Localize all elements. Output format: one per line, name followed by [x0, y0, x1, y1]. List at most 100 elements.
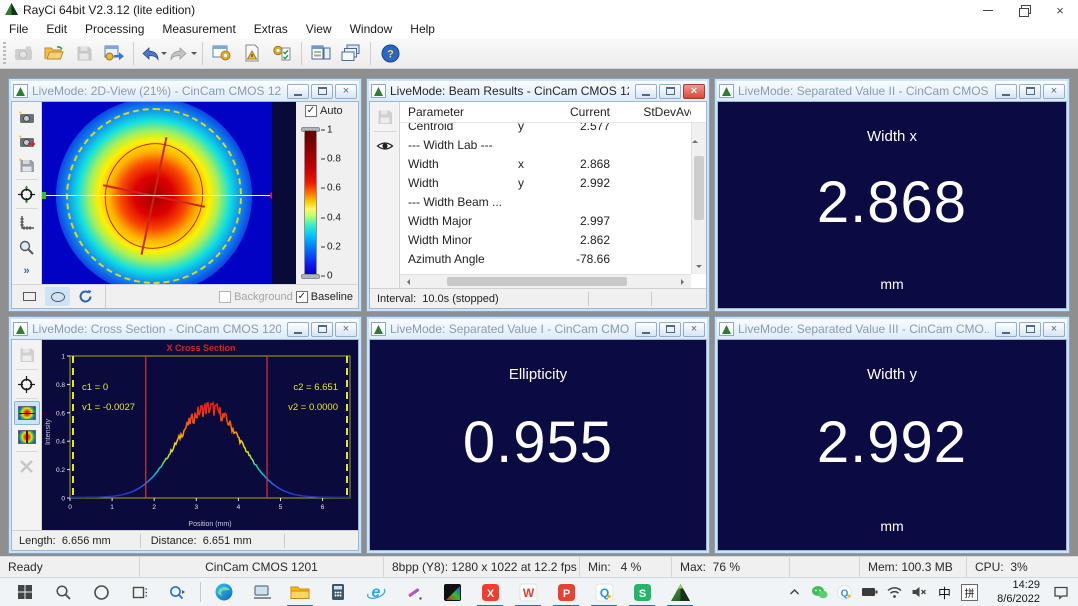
menu-view[interactable]: View — [297, 20, 341, 38]
save-button[interactable] — [69, 40, 99, 67]
xmind-app-icon[interactable]: X — [471, 578, 509, 606]
menu-processing[interactable]: Processing — [76, 20, 153, 38]
beam-2d-canvas[interactable] — [42, 102, 298, 286]
window-separated-value-2-titlebar[interactable]: LiveMode: Separated Value II - CinCam CM… — [717, 81, 1067, 101]
help-button[interactable]: ? — [375, 40, 405, 67]
menu-file[interactable]: File — [0, 20, 37, 38]
close-button[interactable]: × — [1043, 84, 1065, 99]
vertical-scroll-thumb[interactable] — [694, 156, 704, 219]
menu-measurement[interactable]: Measurement — [153, 20, 244, 38]
vertical-scrollbar[interactable] — [691, 123, 706, 274]
beam-results-row[interactable]: Width Minor2.862 — [400, 230, 691, 249]
window-beam-results-titlebar[interactable]: LiveMode: Beam Results - CinCam CMOS 120… — [369, 81, 707, 101]
maximize-button[interactable] — [311, 84, 333, 99]
beam-results-row[interactable]: Azimuth Angle-78.66 — [400, 249, 691, 268]
cascade-windows-button[interactable] — [336, 40, 366, 67]
task-view-icon[interactable] — [120, 578, 158, 606]
search-icon[interactable] — [44, 578, 82, 606]
camera-capture-button[interactable] — [9, 40, 39, 67]
scroll-right-arrow[interactable] — [681, 279, 687, 285]
window-2d-view-titlebar[interactable]: LiveMode: 2D-View (21%) - CinCam CMOS 12… — [11, 81, 359, 101]
maximize-button[interactable] — [659, 84, 681, 99]
save-results-icon[interactable] — [372, 105, 398, 129]
snapshot-icon[interactable] — [14, 105, 40, 129]
pdf-app-icon[interactable]: P — [547, 578, 585, 606]
measurement-settings-button[interactable] — [267, 40, 297, 67]
beam-results-row[interactable]: --- Width Beam ... — [400, 192, 691, 211]
app-restore-button[interactable] — [1006, 0, 1042, 20]
minimize-button[interactable] — [287, 322, 309, 337]
qq-tray-icon[interactable]: Q — [832, 578, 857, 606]
line-start-handle[interactable] — [42, 192, 46, 199]
window-separated-value-1[interactable]: LiveMode: Separated Value I - CinCam CMO… — [366, 316, 710, 554]
beam-results-row[interactable]: Widthy2.992 — [400, 173, 691, 192]
window-separated-value-3[interactable]: LiveMode: Separated Value III - CinCam C… — [714, 316, 1070, 554]
window-cross-section[interactable]: LiveMode: Cross Section - CinCam CMOS 12… — [8, 316, 362, 554]
zoom-icon[interactable] — [14, 235, 40, 259]
beam-results-row[interactable]: Width Major2.997 — [400, 211, 691, 230]
open-file-button[interactable] — [39, 40, 69, 67]
menu-extras[interactable]: Extras — [245, 20, 297, 38]
colorbar-min-handle[interactable] — [301, 274, 320, 279]
cross-section-plot[interactable]: 10.80.60.40.200123456 X Cross Section In… — [42, 340, 358, 530]
table-header[interactable]: Parameter Current StDev Average — [400, 102, 706, 123]
save-plot-icon[interactable] — [14, 343, 40, 367]
ime-mode-indicator[interactable]: 拼 — [957, 578, 982, 606]
app-close-button[interactable]: × — [1042, 0, 1078, 20]
rectangle-roi-button[interactable] — [17, 287, 42, 306]
window-2d-view[interactable]: LiveMode: 2D-View (21%) - CinCam CMOS 12… — [8, 78, 362, 312]
menu-help[interactable]: Help — [401, 20, 444, 38]
window-separated-value-1-titlebar[interactable]: LiveMode: Separated Value I - CinCam CMO… — [369, 319, 707, 339]
settings-button[interactable] — [207, 40, 237, 67]
centroid-tracker-icon[interactable] — [14, 372, 40, 396]
delete-cursor-icon[interactable] — [14, 454, 40, 478]
toolbar-grip[interactable] — [3, 42, 6, 64]
close-button[interactable]: × — [683, 322, 705, 337]
beam-results-row[interactable]: Centroidy2.577 — [400, 123, 691, 135]
background-checkbox[interactable] — [219, 291, 231, 303]
minimize-button[interactable] — [635, 84, 657, 99]
close-button[interactable]: × — [335, 84, 357, 99]
axes-icon[interactable] — [14, 211, 40, 235]
scroll-down-arrow[interactable] — [696, 265, 702, 271]
horizontal-scroll-thumb[interactable] — [447, 277, 627, 286]
window-cross-section-titlebar[interactable]: LiveMode: Cross Section - CinCam CMOS 12… — [11, 319, 359, 339]
close-button[interactable]: × — [1043, 322, 1065, 337]
visibility-eye-icon[interactable] — [372, 134, 398, 158]
window-beam-results[interactable]: LiveMode: Beam Results - CinCam CMOS 120… — [366, 78, 710, 312]
x-cross-section-button[interactable] — [14, 401, 40, 425]
app-minimize-button[interactable] — [970, 0, 1006, 20]
edge-browser-icon[interactable] — [205, 578, 243, 606]
minimize-button[interactable] — [287, 84, 309, 99]
rayci-app-icon[interactable] — [661, 578, 699, 606]
colorbar-gradient[interactable] — [304, 130, 317, 276]
minimize-button[interactable] — [995, 84, 1017, 99]
wechat-tray-icon[interactable] — [807, 578, 832, 606]
color-grading-app-icon[interactable] — [433, 578, 471, 606]
redo-dropdown-caret[interactable] — [191, 52, 197, 58]
battery-icon[interactable] — [857, 578, 882, 606]
scroll-left-arrow[interactable] — [404, 279, 410, 285]
minimize-button[interactable] — [635, 322, 657, 337]
more-tools-chevron[interactable]: » — [14, 259, 40, 283]
sunlogin-app-icon[interactable]: S — [623, 578, 661, 606]
refresh-button[interactable] — [73, 287, 98, 306]
menu-window[interactable]: Window — [341, 20, 402, 38]
scroll-up-arrow[interactable] — [692, 120, 698, 143]
file-explorer-icon[interactable] — [281, 578, 319, 606]
cross-section-line[interactable] — [42, 195, 274, 196]
baseline-checkbox[interactable]: ✓ — [296, 291, 308, 303]
report-button[interactable] — [237, 40, 267, 67]
menu-edit[interactable]: Edit — [37, 20, 76, 38]
ime-language-indicator[interactable]: 中 — [932, 578, 957, 606]
wifi-icon[interactable] — [882, 578, 907, 606]
tray-expand-chevron[interactable] — [782, 578, 807, 606]
pen-tool-icon[interactable] — [395, 578, 433, 606]
action-center-icon[interactable] — [1044, 578, 1078, 606]
start-button[interactable] — [6, 578, 44, 606]
table-viewport[interactable]: Centroidy2.577--- Width Lab ---Widthx2.8… — [400, 123, 691, 274]
taskbar-clock[interactable]: 14:29 8/6/2022 — [982, 578, 1044, 606]
centroid-tracker-icon[interactable] — [14, 182, 40, 206]
internet-explorer-icon[interactable]: e — [357, 578, 395, 606]
calculator-icon[interactable] — [319, 578, 357, 606]
